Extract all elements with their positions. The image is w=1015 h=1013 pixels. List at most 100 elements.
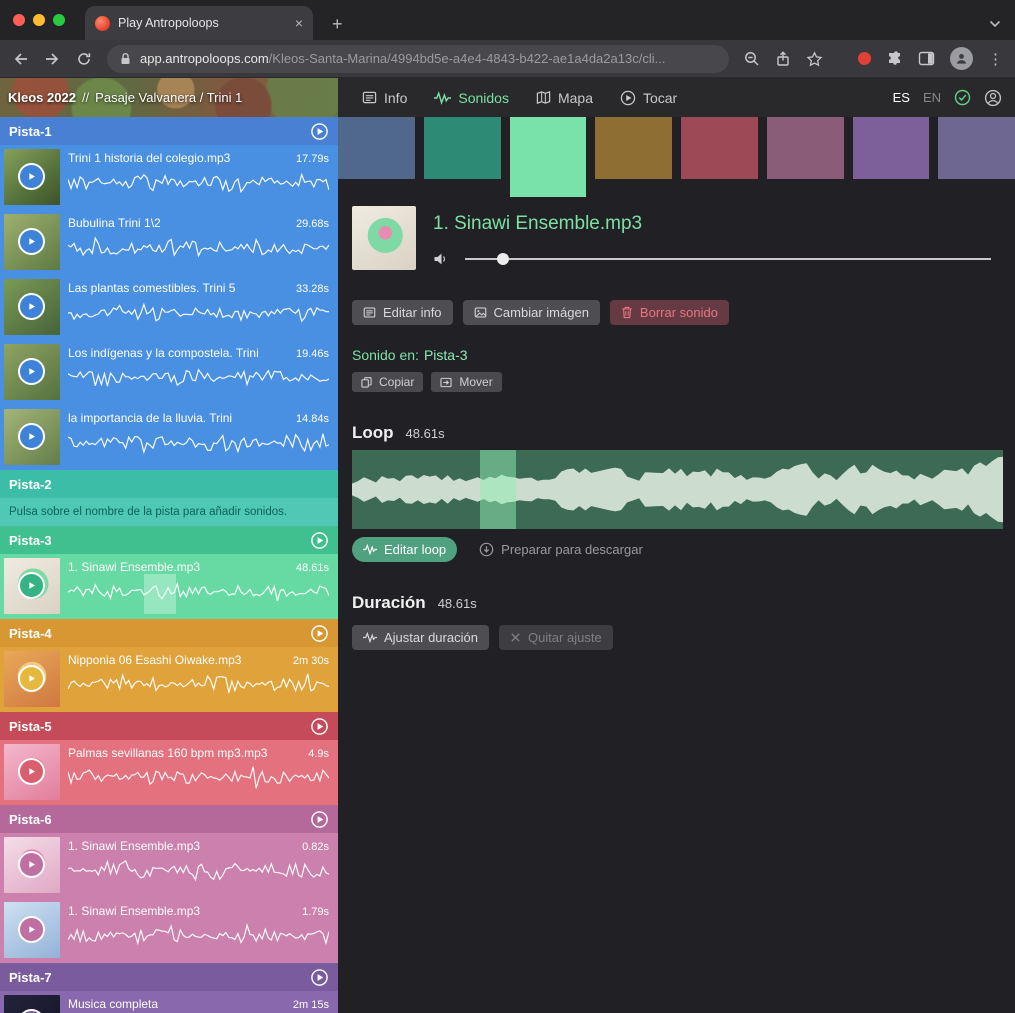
tab-search-chevron-icon[interactable] [989, 20, 1001, 28]
lang-es[interactable]: ES [893, 90, 910, 105]
track-play-icon[interactable] [310, 531, 329, 550]
swatch-pista-3-selected[interactable] [510, 117, 587, 197]
item-play-icon[interactable] [18, 228, 45, 255]
track-play-icon[interactable] [310, 717, 329, 736]
tab-info[interactable]: Info [362, 90, 407, 106]
close-window-button[interactable] [13, 14, 25, 26]
share-icon[interactable] [775, 51, 791, 67]
track-header[interactable]: Pista-5 [0, 712, 338, 740]
swatch-pista-7[interactable] [853, 117, 930, 179]
track-name[interactable]: Pista-6 [9, 812, 52, 827]
item-title[interactable]: Trini 1 historia del colegio.mp3 [68, 151, 230, 165]
track-item[interactable]: 1. Sinawi Ensemble.mp31.79s [0, 898, 338, 963]
tracks-sidebar[interactable]: Pista-1 Trini 1 historia del colegio.mp3… [0, 117, 338, 1013]
profile-avatar[interactable] [950, 47, 973, 70]
back-icon[interactable] [12, 51, 29, 67]
track-header[interactable]: Pista-3 [0, 526, 338, 554]
item-play-icon[interactable] [18, 758, 45, 785]
track-header[interactable]: Pista-4 [0, 619, 338, 647]
check-circle-icon[interactable] [954, 89, 971, 106]
account-icon[interactable] [984, 89, 1002, 107]
breadcrumb[interactable]: Kleos 2022 // Pasaje Valvanera / Trini 1 [0, 78, 338, 117]
address-bar[interactable]: app.antropoloops.com/Kleos-Santa-Marina/… [107, 45, 729, 73]
track-item[interactable]: 1. Sinawi Ensemble.mp30.82s [0, 833, 338, 898]
track-name[interactable]: Pista-5 [9, 719, 52, 734]
forward-icon[interactable] [44, 51, 61, 67]
minimize-window-button[interactable] [33, 14, 45, 26]
item-title[interactable]: Palmas sevillanas 160 bpm mp3.mp3 [68, 746, 267, 760]
track-item[interactable]: Bubulina Trini 1\229.68s [0, 210, 338, 275]
track-name[interactable]: Pista-1 [9, 124, 52, 139]
swatch-pista-4[interactable] [595, 117, 672, 179]
volume-knob[interactable] [497, 253, 509, 265]
zoom-icon[interactable] [744, 51, 760, 67]
track-item[interactable]: Trini 1 historia del colegio.mp317.79s [0, 145, 338, 210]
browser-tab[interactable]: Play Antropoloops × [85, 6, 313, 40]
swatch-pista-8[interactable] [938, 117, 1015, 179]
copy-button[interactable]: Copiar [352, 372, 423, 392]
swatch-pista-5[interactable] [681, 117, 758, 179]
adjust-duration-button[interactable]: Ajustar duración [352, 625, 489, 650]
swatch-pista-1[interactable] [338, 117, 415, 179]
volume-slider[interactable] [465, 258, 991, 260]
item-title[interactable]: Nipponia 06 Esashi Oiwake.mp3 [68, 653, 241, 667]
zoom-window-button[interactable] [53, 14, 65, 26]
loop-waveform[interactable] [352, 450, 1003, 529]
track-header[interactable]: Pista-1 [0, 117, 338, 145]
swatch-pista-6[interactable] [767, 117, 844, 179]
item-play-icon[interactable] [18, 358, 45, 385]
track-play-icon[interactable] [310, 122, 329, 141]
prepare-download-button[interactable]: Preparar para descargar [477, 537, 654, 562]
item-title[interactable]: Las plantas comestibles. Trini 5 [68, 281, 235, 295]
extensions-puzzle-icon[interactable] [886, 50, 903, 67]
track-item-selected[interactable]: 1. Sinawi Ensemble.mp348.61s [0, 554, 338, 619]
side-panel-icon[interactable] [918, 51, 935, 66]
lang-en[interactable]: EN [923, 90, 941, 105]
change-image-button[interactable]: Cambiar imágen [463, 300, 600, 325]
new-tab-button[interactable]: + [332, 15, 343, 33]
tab-mapa[interactable]: Mapa [536, 90, 593, 106]
move-button[interactable]: Mover [431, 372, 501, 392]
item-play-icon[interactable] [18, 916, 45, 943]
track-name[interactable]: Pista-7 [9, 970, 52, 985]
track-name[interactable]: Pista-2 [9, 477, 52, 492]
track-header[interactable]: Pista-2 [0, 470, 338, 498]
edit-loop-button[interactable]: Editar loop [352, 537, 457, 562]
browser-menu-icon[interactable]: ⋮ [988, 50, 1003, 68]
track-item[interactable]: Palmas sevillanas 160 bpm mp3.mp34.9s [0, 740, 338, 805]
item-title[interactable]: 1. Sinawi Ensemble.mp3 [68, 904, 200, 918]
item-title[interactable]: Bubulina Trini 1\2 [68, 216, 161, 230]
track-name[interactable]: Pista-3 [9, 533, 52, 548]
track-header[interactable]: Pista-6 [0, 805, 338, 833]
item-title[interactable]: Musica completa [68, 997, 158, 1011]
track-play-icon[interactable] [310, 968, 329, 987]
item-play-icon[interactable] [18, 572, 45, 599]
location-track-link[interactable]: Pista-3 [424, 347, 468, 363]
item-title[interactable]: 1. Sinawi Ensemble.mp3 [68, 839, 200, 853]
tab-sonidos[interactable]: Sonidos [434, 90, 509, 106]
breadcrumb-path[interactable]: Pasaje Valvanera / Trini 1 [95, 90, 242, 105]
swatch-pista-2[interactable] [424, 117, 501, 179]
track-item[interactable]: Musica completa2m 15s [0, 991, 338, 1013]
tab-tocar[interactable]: Tocar [620, 90, 677, 106]
track-item[interactable]: la importancia de la lluvia. Trini14.84s [0, 405, 338, 470]
item-title[interactable]: la importancia de la lluvia. Trini [68, 411, 232, 425]
tab-close-icon[interactable]: × [295, 15, 303, 31]
delete-sound-button[interactable]: Borrar sonido [610, 300, 729, 325]
reload-icon[interactable] [76, 51, 92, 67]
item-title[interactable]: Los indígenas y la compostela. Trini [68, 346, 259, 360]
lock-icon[interactable] [119, 52, 132, 66]
bookmark-star-icon[interactable] [806, 51, 823, 67]
item-play-icon[interactable] [18, 293, 45, 320]
track-play-icon[interactable] [310, 810, 329, 829]
track-header[interactable]: Pista-7 [0, 963, 338, 991]
edit-info-button[interactable]: Editar info [352, 300, 453, 325]
record-extension-icon[interactable] [858, 52, 871, 65]
item-play-icon[interactable] [18, 665, 45, 692]
track-play-icon[interactable] [310, 624, 329, 643]
item-play-icon[interactable] [18, 1009, 45, 1013]
track-item[interactable]: Los indígenas y la compostela. Trini19.4… [0, 340, 338, 405]
loop-selection-region[interactable] [480, 450, 516, 529]
item-play-icon[interactable] [18, 163, 45, 190]
item-play-icon[interactable] [18, 423, 45, 450]
